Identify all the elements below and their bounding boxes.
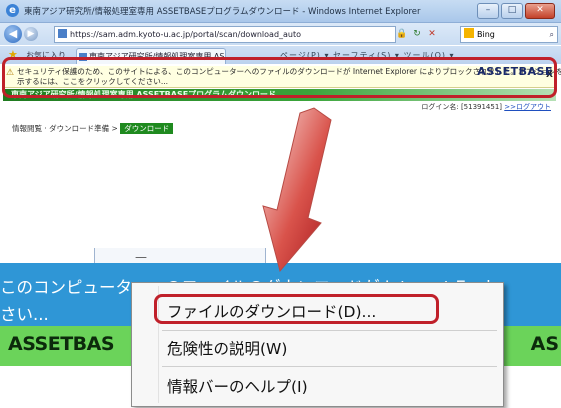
menu-item-explain-risk[interactable]: 危険性の説明(W) xyxy=(167,337,287,359)
search-provider: Bing xyxy=(477,30,495,39)
zoomed-infobar-text-line2: さい... xyxy=(0,305,49,324)
navigation-bar: ◀ ▶ https://sam.adm.kyoto-u.ac.jp/portal… xyxy=(0,23,561,45)
login-info: ログイン名: [51391451] >>ログアウト xyxy=(421,102,551,112)
zoomed-tab[interactable]: — xyxy=(94,248,266,264)
close-window-button[interactable]: ✕ xyxy=(525,3,555,19)
breadcrumb: 情報閲覧 · ダウンロード準備 > ダウンロード xyxy=(12,123,174,134)
lock-icon[interactable]: 🔒 xyxy=(396,28,408,40)
login-label: ログイン名: xyxy=(421,103,459,111)
stop-icon[interactable]: ✕ xyxy=(426,28,438,40)
window-title: 東南アジア研究所/情報処理室専用 ASSETBASEプログラムダウンロード - … xyxy=(24,7,421,17)
breadcrumb-path[interactable]: 情報閲覧 · ダウンロード準備 > xyxy=(12,124,118,133)
download-item-highlight-outline xyxy=(154,294,439,324)
logout-link[interactable]: >>ログアウト xyxy=(504,103,551,111)
address-text: https://sam.adm.kyoto-u.ac.jp/portal/sca… xyxy=(70,30,302,39)
menu-separator xyxy=(162,366,497,367)
infobar-context-menu: ファイルのダウンロード(D)... 危険性の説明(W) 情報バーのヘルプ(I) xyxy=(131,282,504,407)
infobar-highlight-outline xyxy=(2,57,557,98)
window-controls: – □ ✕ xyxy=(477,3,555,19)
breadcrumb-current: ダウンロード xyxy=(120,123,174,134)
menu-item-infobar-help[interactable]: 情報バーのヘルプ(I) xyxy=(167,375,308,397)
zoomed-tab-strip: — xyxy=(0,248,561,264)
tab-dash-icon: — xyxy=(135,250,147,264)
refresh-icon[interactable]: ↻ xyxy=(411,28,423,40)
browser-window-screenshot: e 東南アジア研究所/情報処理室専用 ASSETBASEプログラムダウンロード … xyxy=(0,0,561,137)
window-titlebar[interactable]: e 東南アジア研究所/情報処理室専用 ASSETBASEプログラムダウンロード … xyxy=(0,0,561,23)
minimize-button[interactable]: – xyxy=(477,3,499,19)
search-box[interactable]: Bing ⌕ xyxy=(460,26,558,43)
bing-logo-icon xyxy=(464,28,474,38)
zoomed-brand-tail: AS xyxy=(530,333,559,355)
zoomed-brand-text: ASSETBAS xyxy=(8,333,115,355)
address-bar[interactable]: https://sam.adm.kyoto-u.ac.jp/portal/sca… xyxy=(54,26,396,43)
menu-separator xyxy=(162,330,497,331)
search-icon[interactable]: ⌕ xyxy=(550,27,554,42)
maximize-button[interactable]: □ xyxy=(501,3,523,19)
forward-button[interactable]: ▶ xyxy=(24,27,38,41)
back-button[interactable]: ◀ xyxy=(4,25,22,43)
address-bar-icons: 🔒 ↻ ✕ xyxy=(396,28,438,40)
internet-explorer-icon: e xyxy=(6,4,19,17)
page-icon xyxy=(58,29,67,38)
login-id: [51391451] xyxy=(460,103,503,111)
zoomed-context-menu-screenshot: — このコンピューターへのファイルのダウンロードが Internet Explo… xyxy=(0,248,561,408)
